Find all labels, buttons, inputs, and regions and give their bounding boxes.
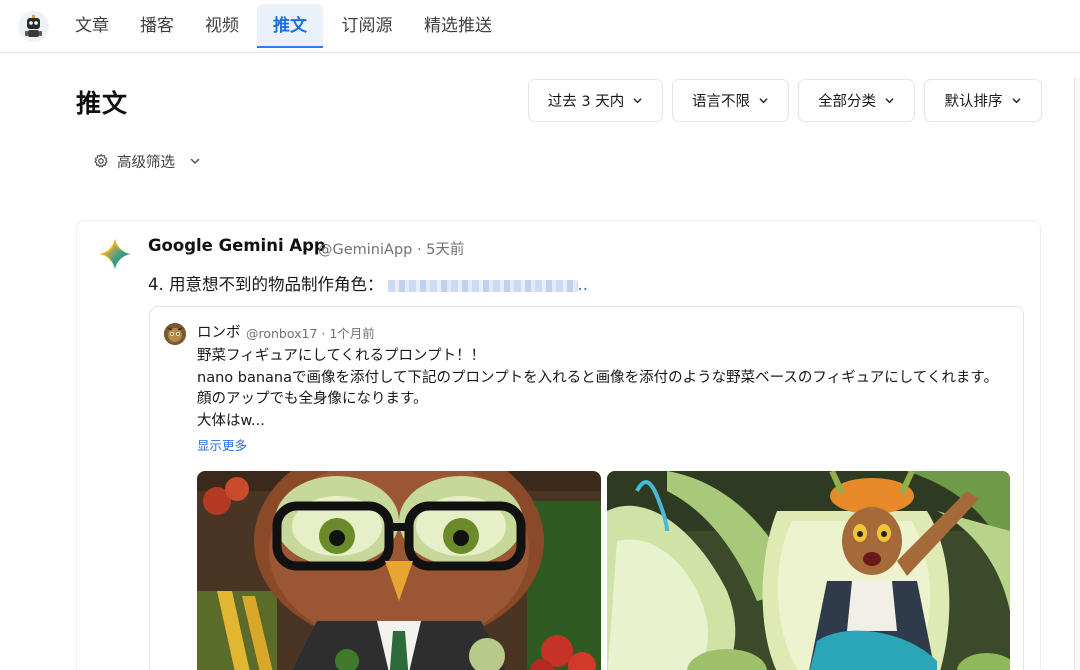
chevron-down-icon (885, 98, 894, 104)
top-nav: 文章 播客 视频 推文 订阅源 精选推送 (0, 0, 1080, 53)
tweet-text: 4. 用意想不到的物品制作角色：.. (148, 271, 588, 295)
chevron-down-icon (633, 98, 642, 104)
quoted-author-avatar[interactable] (164, 323, 186, 345)
link-ellipsis[interactable]: .. (578, 275, 589, 294)
time-filter-label: 过去 3 天内 (547, 94, 625, 110)
gemini-sparkle-icon (99, 238, 131, 270)
media-image-cabbage-girl[interactable] (607, 471, 1010, 670)
show-more-link[interactable]: 显示更多 (197, 435, 247, 454)
page-title: 推文 (76, 89, 129, 118)
tweet-text-body: 4. 用意想不到的物品制作角色： (148, 275, 384, 294)
tab-videos[interactable]: 视频 (196, 4, 248, 48)
quoted-text-line: 野菜フィギュアにしてくれるプロンプト！！ (197, 348, 486, 364)
scrollbar[interactable] (1074, 78, 1080, 670)
blurred-link[interactable] (387, 279, 578, 292)
language-filter-dropdown[interactable]: 语言不限 (672, 79, 789, 122)
tab-featured[interactable]: 精选推送 (414, 4, 502, 48)
chevron-down-icon (190, 158, 200, 164)
quoted-text-line: 大体はw... (197, 412, 265, 429)
owl-vegetable-figure-image (197, 471, 601, 670)
sort-label: 默认排序 (944, 94, 1003, 110)
category-filter-label: 全部分类 (818, 94, 876, 110)
robot-logo-icon (25, 15, 42, 37)
quoted-text-line: nano bananaで画像を添付して下記のプロンプトを入れると画像を添付のよう… (197, 369, 998, 408)
quoted-author-name[interactable]: ロンボ (197, 321, 241, 342)
chevron-down-icon (1012, 98, 1020, 104)
media-image-owl[interactable] (197, 471, 601, 670)
quoted-handle-time: @ronbox17 · 1个月前 (246, 326, 375, 341)
tab-feeds[interactable]: 订阅源 (333, 4, 401, 48)
chevron-down-icon (759, 98, 768, 104)
category-filter-dropdown[interactable]: 全部分类 (798, 79, 915, 122)
app-logo[interactable] (18, 11, 49, 42)
language-filter-label: 语言不限 (692, 94, 750, 110)
gear-icon (94, 153, 108, 168)
tab-articles[interactable]: 文章 (66, 4, 118, 48)
tab-tweets[interactable]: 推文 (257, 4, 323, 48)
tab-podcasts[interactable]: 播客 (131, 4, 183, 48)
advanced-filter-label: 高级筛选 (117, 154, 175, 171)
cabbage-girl-figure-image (607, 471, 1010, 670)
sort-dropdown[interactable]: 默认排序 (924, 79, 1042, 122)
time-filter-dropdown[interactable]: 过去 3 天内 (528, 79, 663, 122)
author-name[interactable]: Google Gemini App (148, 236, 326, 255)
quoted-text: 野菜フィギュアにしてくれるプロンプト！！ nano bananaで画像を添付して… (197, 346, 1007, 432)
author-handle-time: @GeminiApp · 5天前 (318, 242, 465, 258)
advanced-filter-toggle[interactable]: 高级筛选 (93, 149, 201, 173)
avatar-image-icon (164, 323, 186, 345)
